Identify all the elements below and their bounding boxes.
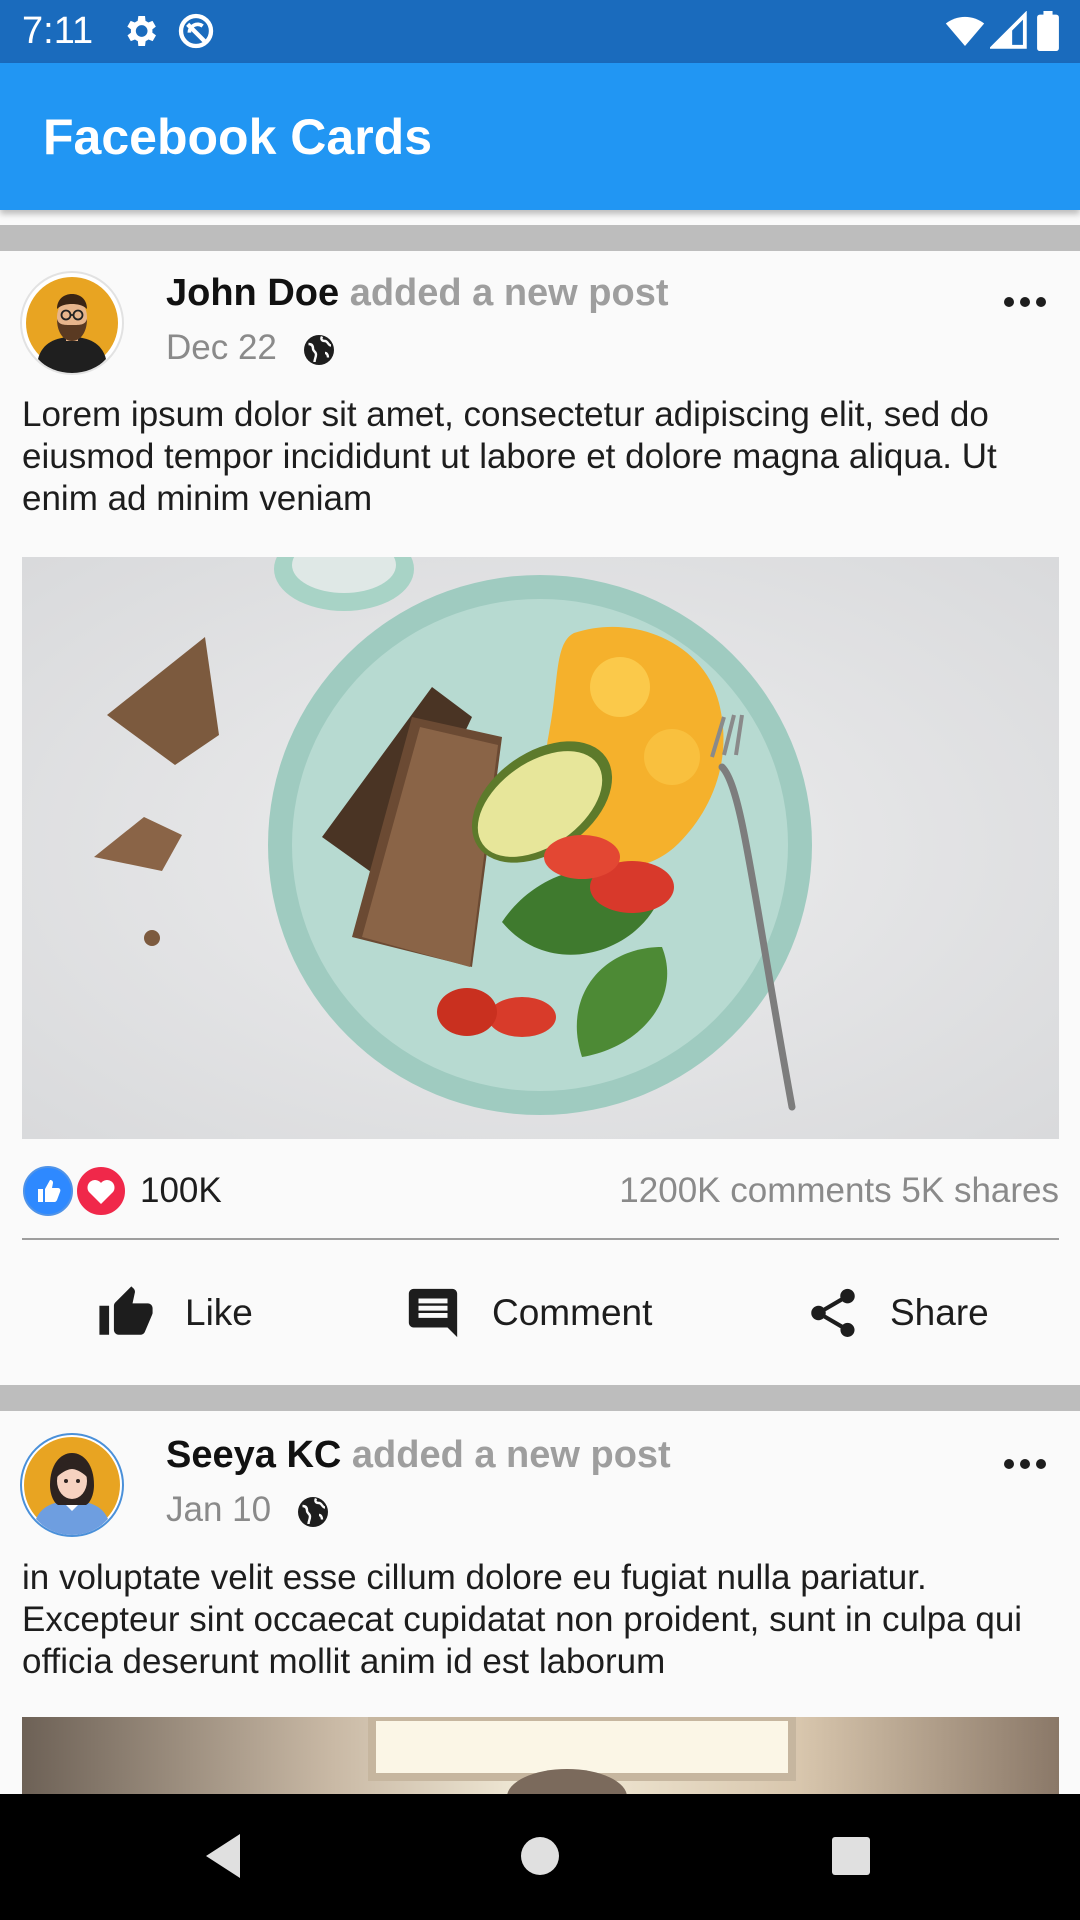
more-options-icon[interactable] — [1000, 287, 1050, 317]
like-button[interactable]: Like — [95, 1273, 253, 1353]
comment-label: Comment — [492, 1292, 653, 1333]
avatar[interactable] — [20, 271, 124, 375]
card-divider — [0, 1385, 1080, 1411]
reactions-bar: 100K 1200K comments 5K shares — [22, 1164, 1059, 1218]
reactions-divider — [22, 1238, 1059, 1240]
comments-count[interactable]: 1200K comments — [619, 1171, 891, 1210]
reaction-count: 100K — [140, 1171, 222, 1210]
avatar[interactable] — [20, 1433, 124, 1537]
male-avatar-icon — [26, 277, 118, 373]
post-actions: Like Comment Share — [0, 1273, 1080, 1353]
back-icon[interactable] — [200, 1824, 246, 1888]
love-reaction-icon — [75, 1165, 127, 1217]
share-button[interactable]: Share — [804, 1273, 989, 1353]
breakfast-photo — [22, 557, 1059, 1139]
globe-icon — [297, 1496, 328, 1527]
card-divider — [0, 225, 1080, 251]
comment-button[interactable]: Comment — [402, 1273, 652, 1353]
like-label: Like — [185, 1292, 253, 1333]
share-label: Share — [890, 1292, 989, 1333]
share-icon — [811, 1288, 855, 1337]
post-card: Seeya KC added a new post Jan 10 in volu… — [0, 1411, 1080, 1794]
window-photo — [22, 1717, 1059, 1794]
status-time: 7:11 — [22, 10, 94, 52]
author-name[interactable]: John Doe — [166, 272, 339, 314]
feed[interactable]: John Doe added a new post Dec 22 Lorem i… — [0, 210, 1080, 1794]
female-avatar-icon — [24, 1437, 120, 1535]
navigation-bar — [0, 1794, 1080, 1920]
post-action-text: added a new post — [351, 1434, 671, 1476]
shares-count[interactable]: 5K shares — [901, 1171, 1059, 1210]
app-bar: Facebook Cards — [0, 63, 1080, 210]
like-reaction-icon — [23, 1166, 73, 1216]
post-header: John Doe added a new post — [166, 271, 669, 315]
more-options-icon[interactable] — [1000, 1449, 1050, 1479]
post-date: Dec 22 — [166, 328, 277, 367]
post-text: Lorem ipsum dolor sit amet, consectetur … — [22, 395, 997, 518]
home-icon[interactable] — [518, 1824, 562, 1888]
post-text: in voluptate velit esse cillum dolore eu… — [22, 1558, 1023, 1681]
reaction-icons[interactable] — [22, 1164, 132, 1218]
sync-disabled-icon — [178, 13, 214, 49]
author-name[interactable]: Seeya KC — [166, 1434, 341, 1476]
app-title: Facebook Cards — [43, 109, 433, 165]
comment-icon — [408, 1288, 458, 1338]
globe-icon — [303, 334, 334, 365]
recents-icon[interactable] — [830, 1824, 872, 1888]
wifi-icon — [945, 16, 985, 46]
thumbs-up-icon — [99, 1286, 153, 1335]
post-image[interactable] — [22, 557, 1059, 1139]
post-meta: Jan 10 — [166, 1489, 331, 1531]
post-header: Seeya KC added a new post — [166, 1433, 671, 1477]
post-stats: 1200K comments 5K shares — [619, 1169, 1059, 1213]
battery-icon — [1037, 11, 1059, 51]
signal-icon — [990, 11, 1027, 49]
gear-icon — [127, 16, 156, 46]
status-bar: 7:11 — [0, 0, 1080, 63]
post-date: Jan 10 — [166, 1490, 272, 1529]
post-meta: Dec 22 — [166, 327, 337, 369]
post-image[interactable] — [22, 1717, 1059, 1794]
post-card: John Doe added a new post Dec 22 Lorem i… — [0, 251, 1080, 1368]
post-action-text: added a new post — [349, 272, 669, 314]
